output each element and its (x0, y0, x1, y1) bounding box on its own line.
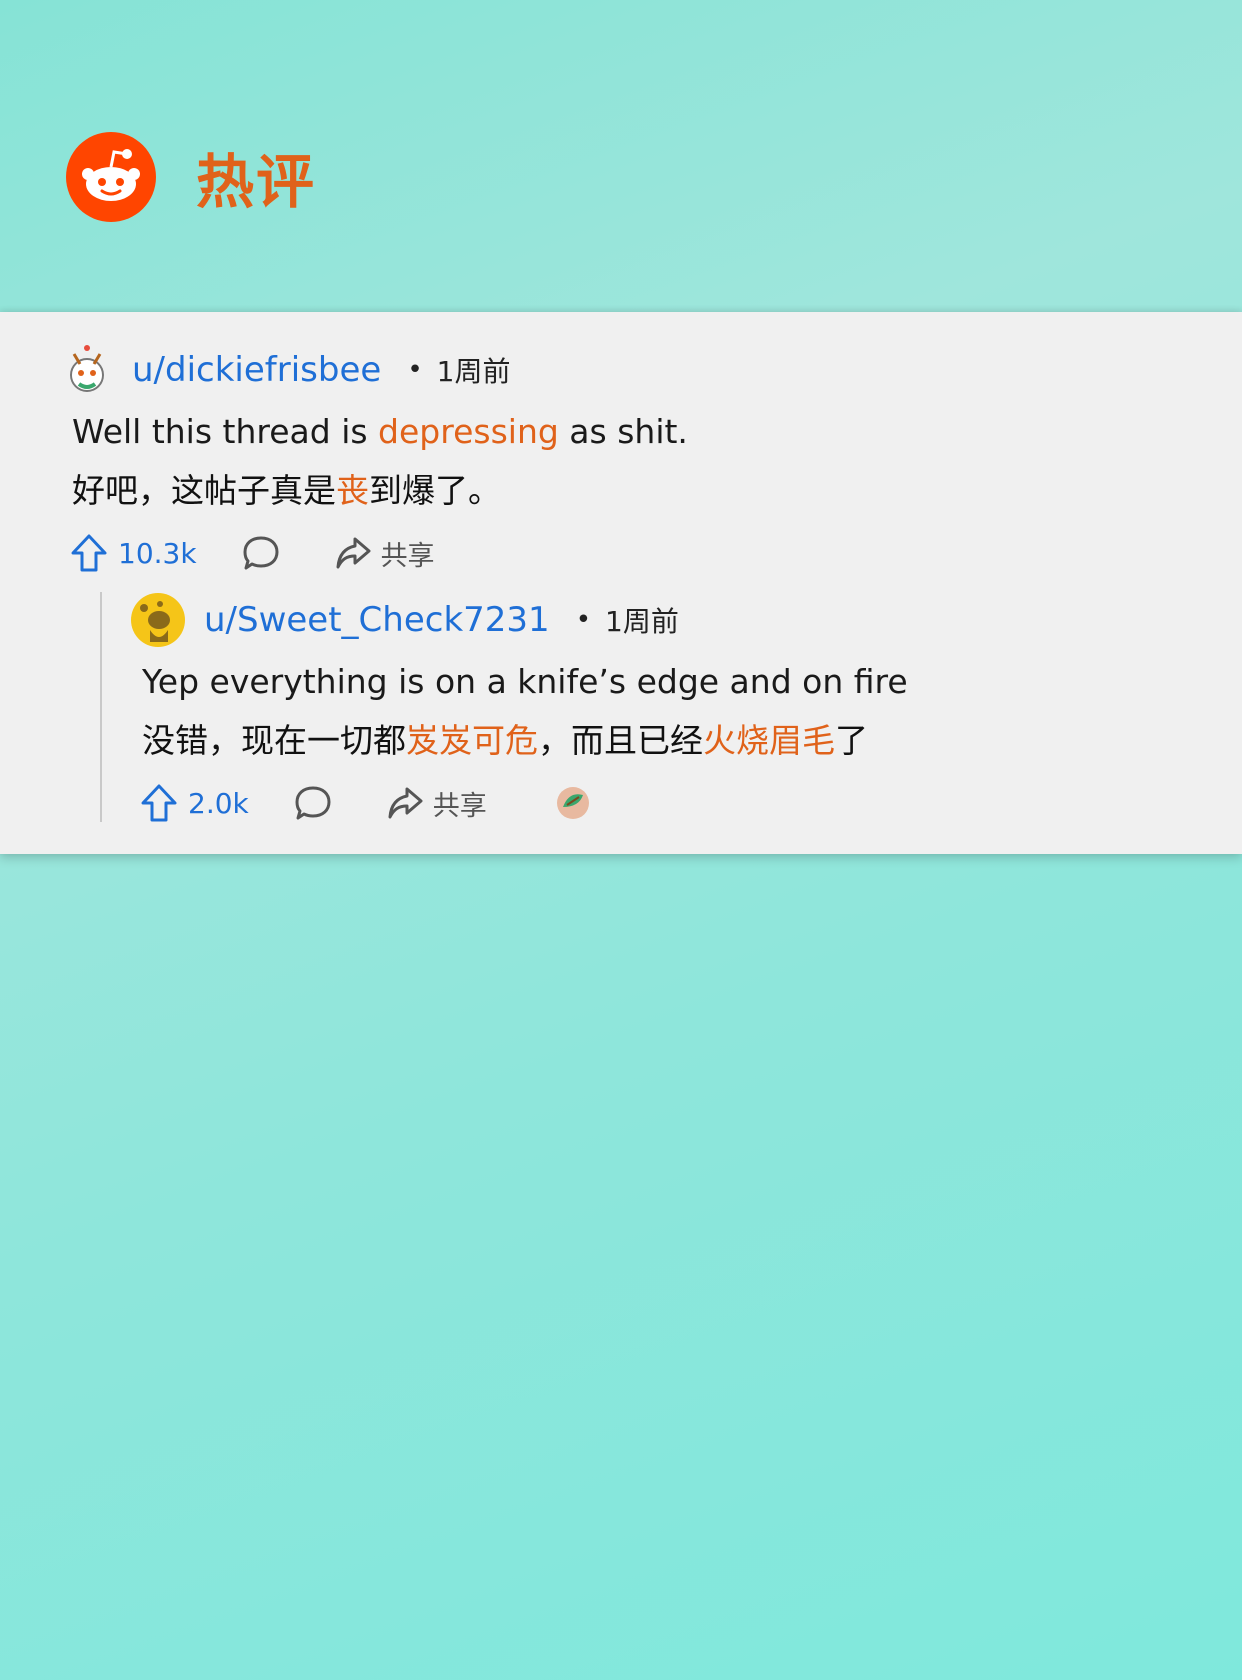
comment-icon[interactable] (241, 533, 281, 573)
share-icon[interactable] (333, 533, 373, 573)
text-segment: 没错，现在一切都 (142, 721, 406, 760)
award-icon[interactable] (555, 785, 591, 821)
highlighted-word: depressing (378, 412, 559, 451)
upvote-icon[interactable] (70, 533, 108, 573)
reply-text-en: Yep everything is on a knife’s edge and … (142, 662, 908, 701)
reply-text-zh: 没错，现在一切都岌岌可危，而且已经火烧眉毛了 (142, 714, 868, 762)
username[interactable]: u/dickiefrisbee (132, 350, 381, 390)
username[interactable]: u/Sweet_Check7231 (204, 600, 550, 640)
share-button[interactable]: 共享 (433, 784, 487, 823)
page-title: 热评 (196, 148, 317, 216)
separator-dot: • (407, 355, 423, 385)
comment-card: u/dickiefrisbee • 1周前 Well this thread i… (0, 312, 1242, 854)
comment-text-zh: 好吧，这帖子真是丧到爆了。 (72, 464, 501, 512)
share-button[interactable]: 共享 (381, 534, 435, 573)
share-icon[interactable] (385, 783, 425, 823)
comment-actions: 10.3k 共享 (70, 528, 435, 578)
upvote-icon[interactable] (140, 783, 178, 823)
user-avatar[interactable] (130, 592, 186, 648)
reply-meta: u/Sweet_Check7231 • 1周前 (130, 592, 679, 648)
text-segment: ，而且已经 (538, 721, 703, 760)
comment-meta: u/dickiefrisbee • 1周前 (64, 342, 510, 398)
reddit-logo-icon (66, 132, 156, 222)
upvote-count: 2.0k (188, 786, 249, 820)
timestamp: 1周前 (436, 355, 511, 388)
text-segment: 到爆了。 (369, 471, 501, 510)
text-segment: Well this thread is (72, 412, 379, 451)
reply-actions: 2.0k 共享 (140, 778, 591, 828)
comment-text-en: Well this thread is depressing as shit. (72, 412, 688, 451)
user-avatar[interactable] (64, 342, 110, 398)
comment-icon[interactable] (293, 783, 333, 823)
upvote-count: 10.3k (118, 536, 197, 570)
text-segment: 好吧，这帖子真是 (72, 471, 336, 510)
highlighted-word: 火烧眉毛 (703, 721, 835, 760)
separator-dot: • (575, 605, 592, 635)
highlighted-word: 岌岌可危 (406, 721, 538, 760)
page-header: 热评 (66, 132, 316, 222)
text-segment: as shit. (558, 412, 688, 451)
highlighted-word: 丧 (336, 471, 369, 510)
thread-line (100, 592, 102, 822)
text-segment: 了 (835, 721, 868, 760)
timestamp: 1周前 (605, 605, 679, 638)
